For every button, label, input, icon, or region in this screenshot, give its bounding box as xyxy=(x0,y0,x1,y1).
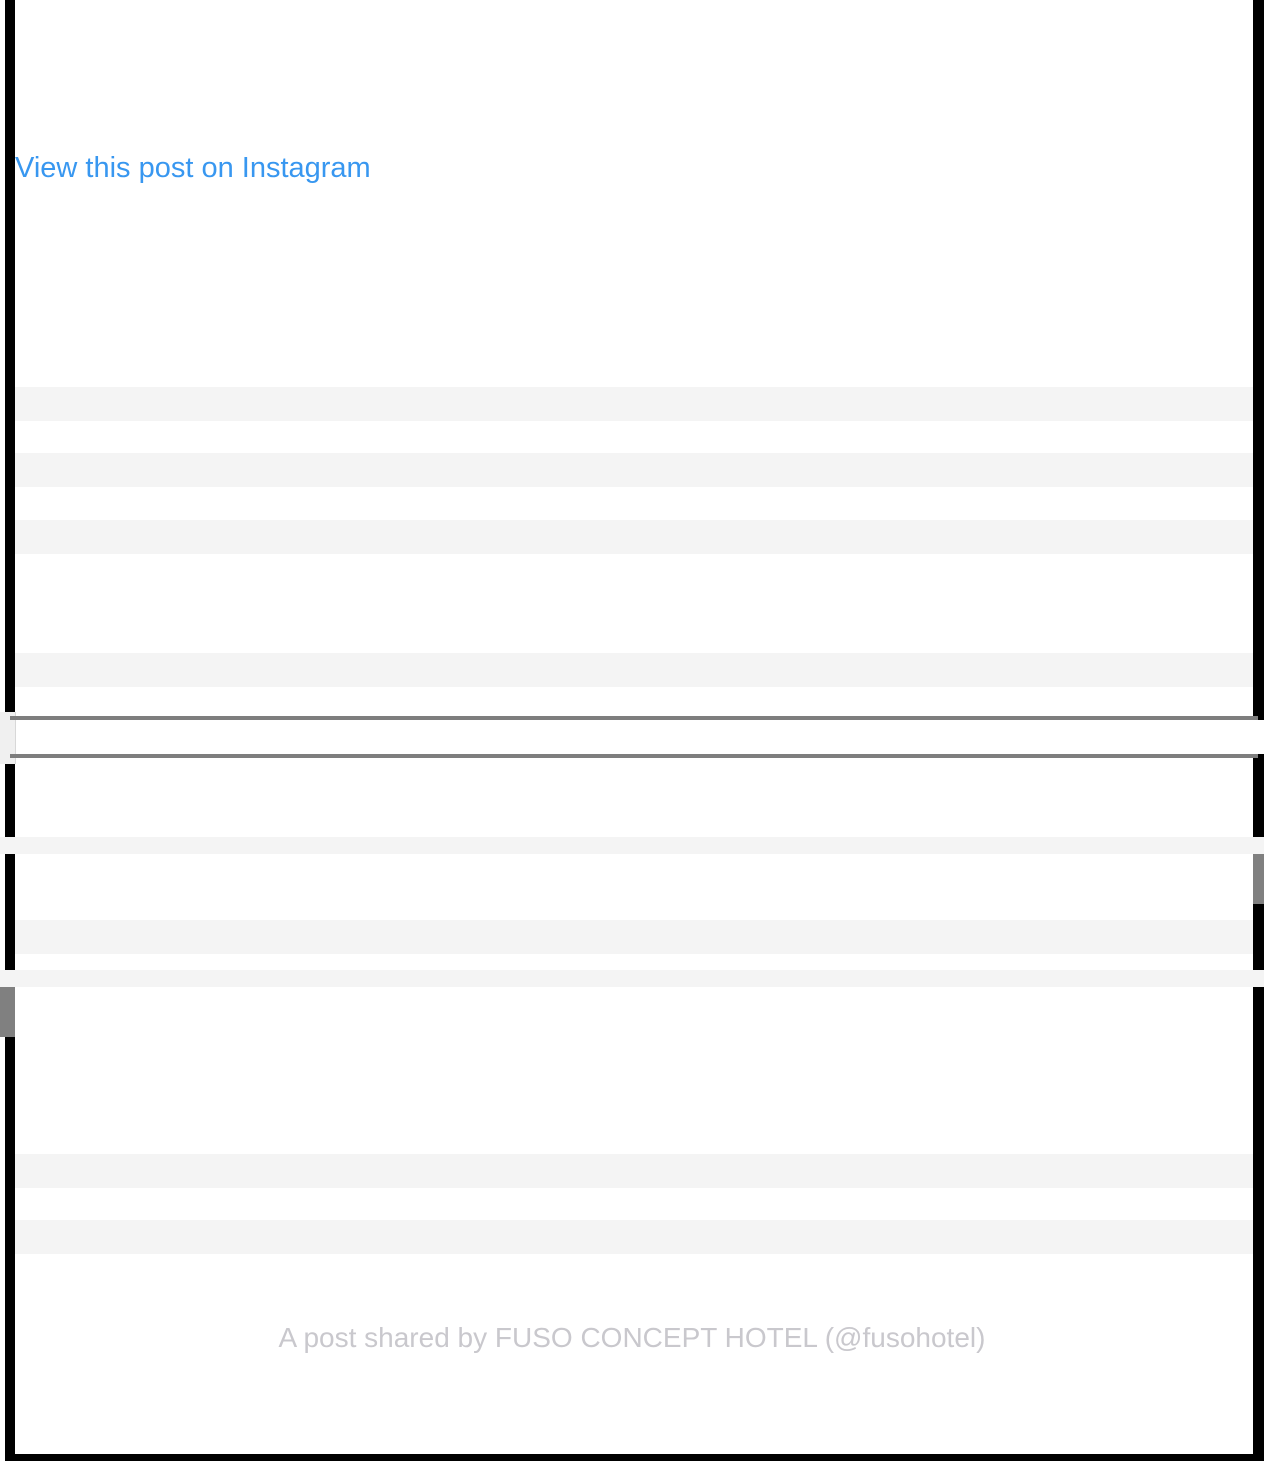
placeholder-bar xyxy=(15,1154,1253,1188)
view-on-instagram-link[interactable]: View this post on Instagram xyxy=(15,148,371,188)
divider-band xyxy=(0,720,1264,754)
post-caption: A post shared by FUSO CONCEPT HOTEL (@fu… xyxy=(278,1322,986,1353)
divider-line-bottom xyxy=(10,754,1258,758)
placeholder-bar xyxy=(15,920,1253,954)
scroll-thumb-left xyxy=(0,987,15,1037)
placeholder-bar xyxy=(15,653,1253,687)
placeholder-bar xyxy=(15,453,1253,487)
frame-bottom-edge xyxy=(5,1454,1264,1461)
placeholder-bar-wide xyxy=(0,837,1264,854)
scroll-thumb-right xyxy=(1253,854,1264,904)
placeholder-bar xyxy=(15,520,1253,554)
placeholder-bar xyxy=(15,387,1253,421)
placeholder-bar xyxy=(15,1220,1253,1254)
divider-line-top xyxy=(10,716,1258,720)
placeholder-bar-wide xyxy=(0,970,1264,987)
